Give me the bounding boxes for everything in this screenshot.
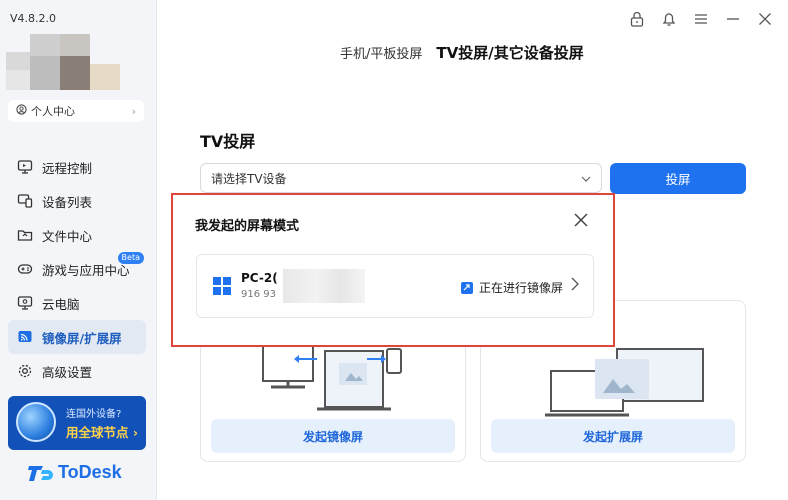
sidebar: V4.8.2.0 个人中心 › 远程控制 设备列表 文件中心 游戏与应用中心 B…	[0, 0, 157, 500]
chevron-right-icon	[571, 277, 579, 295]
close-icon[interactable]	[756, 10, 774, 28]
logo-text: ToDesk	[58, 462, 122, 482]
sidebar-item-file-center[interactable]: 文件中心	[8, 218, 146, 252]
windows-icon	[213, 277, 231, 295]
lock-icon[interactable]	[628, 10, 646, 28]
minimize-icon[interactable]	[724, 10, 742, 28]
sidebar-item-mirror-extend[interactable]: 镜像屏/扩展屏	[8, 320, 146, 354]
sidebar-item-game-app-center[interactable]: 游戏与应用中心 Beta	[8, 252, 146, 286]
mode-tabs: 手机/平板投屏 TV投屏/其它设备投屏	[340, 42, 584, 63]
chevron-right-icon: ›	[131, 104, 136, 118]
status-text: 正在进行镜像屏	[478, 281, 563, 295]
chevron-down-icon	[581, 171, 591, 185]
menu-icon[interactable]	[692, 10, 710, 28]
screen-mode-popup: 我发起的屏幕模式 PC-2( 916 93 正在进行镜像屏	[171, 193, 615, 347]
sidebar-item-label: 设备列表	[42, 194, 93, 210]
cast-button[interactable]: 投屏	[610, 163, 746, 194]
profile-label: 个人中心	[31, 105, 75, 118]
sidebar-item-label: 文件中心	[42, 228, 93, 244]
redacted-area	[283, 269, 365, 303]
select-placeholder: 请选择TV设备	[211, 171, 287, 186]
remote-control-icon	[16, 158, 34, 176]
beta-badge: Beta	[117, 252, 144, 264]
mirror-status-icon	[460, 281, 473, 294]
avatar[interactable]	[6, 34, 120, 90]
device-id: 916 93	[241, 289, 276, 300]
sidebar-item-label: 游戏与应用中心	[42, 262, 130, 278]
profile-button[interactable]: 个人中心 ›	[8, 100, 144, 122]
close-icon[interactable]	[573, 212, 589, 228]
sidebar-nav: 远程控制 设备列表 文件中心 游戏与应用中心 Beta 云电脑 镜像屏/扩展屏 …	[8, 150, 146, 388]
sidebar-item-label: 高级设置	[42, 364, 93, 380]
globe-icon	[16, 402, 56, 442]
tv-device-select[interactable]: 请选择TV设备	[200, 163, 602, 193]
bell-icon[interactable]	[660, 10, 678, 28]
active-session-row[interactable]: PC-2( 916 93 正在进行镜像屏	[196, 254, 594, 318]
sidebar-item-advanced-settings[interactable]: 高级设置	[8, 354, 146, 388]
promo-line1: 连国外设备?	[66, 409, 122, 420]
sidebar-item-cloud-pc[interactable]: 云电脑	[8, 286, 146, 320]
tab-phone-tablet-cast[interactable]: 手机/平板投屏	[340, 43, 422, 62]
device-name: PC-2(	[241, 271, 278, 285]
app-version: V4.8.2.0	[10, 12, 57, 25]
sidebar-item-label: 镜像屏/扩展屏	[42, 330, 122, 346]
sidebar-item-device-list[interactable]: 设备列表	[8, 184, 146, 218]
window-controls	[628, 10, 774, 28]
todesk-logo: ToDesk	[28, 462, 122, 483]
cast-icon	[16, 328, 34, 346]
user-icon	[16, 104, 27, 118]
sidebar-item-label: 云电脑	[42, 296, 80, 312]
todesk-logo-icon	[28, 465, 53, 481]
gear-icon	[16, 362, 34, 380]
gamepad-icon	[16, 260, 34, 278]
start-mirror-button[interactable]: 发起镜像屏	[211, 419, 455, 453]
cloud-pc-icon	[16, 294, 34, 312]
device-list-icon	[16, 192, 34, 210]
session-status: 正在进行镜像屏	[460, 279, 563, 296]
folder-icon	[16, 226, 34, 244]
global-node-promo[interactable]: 连国外设备? 用全球节点 ›	[8, 396, 146, 450]
sidebar-item-label: 远程控制	[42, 160, 93, 176]
start-extend-button[interactable]: 发起扩展屏	[491, 419, 735, 453]
promo-line2: 用全球节点 ›	[66, 425, 139, 440]
tab-tv-other-cast[interactable]: TV投屏/其它设备投屏	[436, 42, 583, 63]
sidebar-item-remote-control[interactable]: 远程控制	[8, 150, 146, 184]
popup-title: 我发起的屏幕模式	[195, 219, 300, 234]
section-title: TV投屏	[200, 132, 256, 151]
